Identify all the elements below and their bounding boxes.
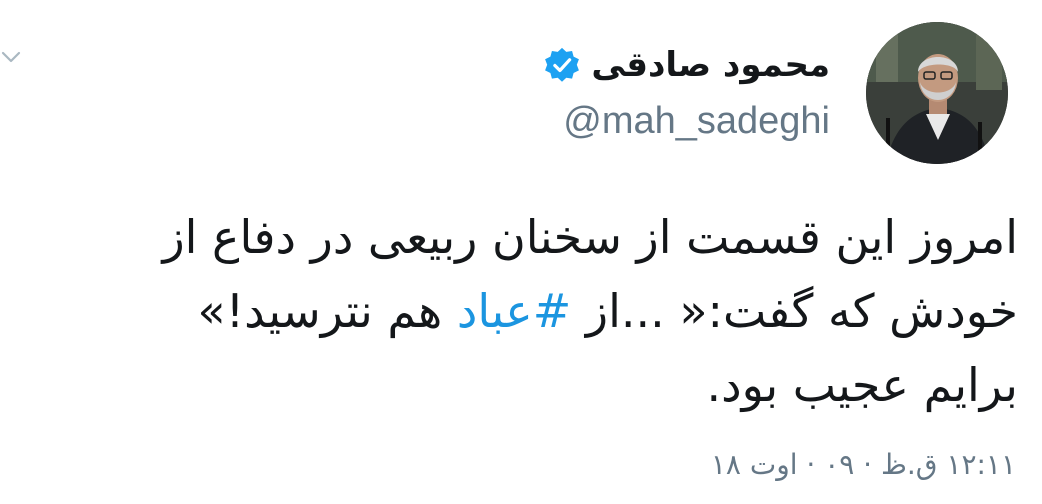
chevron-down-icon[interactable] — [0, 46, 22, 68]
tweet-card: محمود صادقی @mah_sadeghi امروز این قسمت … — [0, 0, 1042, 504]
tweet-text-line-2: خودش که گفت:« ...از #عباد هم نترسید!» — [28, 274, 1018, 348]
tweet-text-line-1: امروز این قسمت از سخنان ربیعی در دفاع از — [162, 210, 1018, 264]
tweet-timestamp[interactable]: ۱۲:۱۱ ق.ظ · ۰۹ · اوت ۱۸ — [711, 448, 1016, 481]
tweet-text-segment: خودش که گفت:« ...از — [571, 284, 1018, 338]
author-display-name[interactable]: محمود صادقی — [591, 45, 830, 85]
author-handle[interactable]: @mah_sadeghi — [563, 100, 830, 143]
tweet-text-segment: هم نترسید!» — [197, 284, 457, 338]
verified-badge-icon — [545, 47, 580, 82]
avatar-photo — [866, 22, 1008, 164]
tweet-text-line-3: برایم عجیب بود. — [706, 358, 1019, 412]
avatar[interactable] — [866, 22, 1008, 164]
author-name-row[interactable]: محمود صادقی — [543, 42, 830, 88]
tweet-text: امروز این قسمت از سخنان ربیعی در دفاع از… — [28, 200, 1018, 422]
hashtag-link[interactable]: #عباد — [457, 284, 571, 338]
